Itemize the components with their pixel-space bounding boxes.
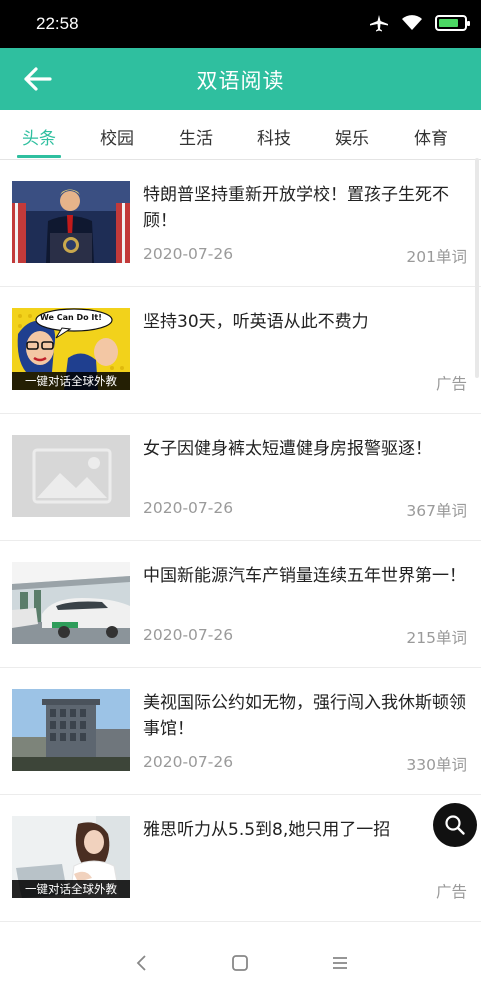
floating-search-button[interactable] (433, 803, 477, 847)
consulate-building-image (12, 689, 130, 771)
article-date: 2020-07-26 (143, 245, 234, 263)
article-word-count: 201单词 (406, 248, 467, 266)
wifi-icon (402, 15, 422, 30)
tab-life[interactable]: 生活 (179, 124, 213, 149)
press-conference-image (12, 181, 130, 263)
system-nav-bar (0, 942, 481, 982)
ad-item[interactable]: We Can Do It! 一键对话全球外教 坚持30天，听英语从此不费力 广告 (0, 287, 481, 414)
ad-speech-text: We Can Do It! (40, 313, 102, 322)
ad-title: 雅思听力从5.5到8,她只用了一招 (143, 820, 391, 840)
article-title: 中国新能源汽车产销量连续五年世界第一！ (143, 566, 466, 586)
image-placeholder-icon (12, 435, 130, 517)
scrollbar[interactable] (475, 158, 479, 378)
article-item[interactable]: 美视国际公约如无物，强行闯入我休斯顿领事馆！ 2020-07-26 330单词 (0, 668, 481, 795)
page-title: 双语阅读 (196, 69, 285, 93)
ad-caption: 一键对话全球外教 (12, 372, 130, 390)
battery-level-fill (439, 19, 459, 27)
electric-cars-image (12, 562, 130, 644)
article-item[interactable]: 女子因健身裤太短遭健身房报警驱逐！ 2020-07-26 367单词 (0, 414, 481, 541)
tab-entertainment[interactable]: 娱乐 (335, 124, 369, 149)
article-title: 女子因健身裤太短遭健身房报警驱逐！ (143, 439, 432, 459)
article-item[interactable]: 中国新能源汽车产销量连续五年世界第一！ 2020-07-26 215单词 (0, 541, 481, 668)
nav-menu-icon (333, 957, 347, 969)
nav-back-button[interactable] (127, 950, 157, 976)
status-bar: 22:58 (0, 0, 481, 48)
active-tab-indicator (17, 155, 61, 158)
tab-sports[interactable]: 体育 (414, 124, 448, 149)
nav-menu-button[interactable] (325, 950, 355, 976)
app-bar: 双语阅读 (0, 48, 481, 110)
search-icon (445, 815, 465, 835)
tab-headlines[interactable]: 头条 (22, 124, 56, 149)
article-thumbnail (12, 435, 130, 517)
article-list: 特朗普坚持重新开放学校！置孩子生死不顾！ 2020-07-26 201单词 We… (0, 160, 481, 922)
ad-thumbnail: 一键对话全球外教 (12, 816, 130, 898)
status-icons (369, 14, 470, 32)
ad-title: 坚持30天，听英语从此不费力 (143, 312, 369, 332)
nav-home-icon (232, 955, 248, 971)
article-thumbnail (12, 689, 130, 771)
article-title: 特朗普坚持重新开放学校！置孩子生死不顾！ (143, 185, 449, 231)
article-thumbnail (12, 562, 130, 644)
ad-label: 广告 (435, 883, 467, 901)
nav-home-button[interactable] (225, 950, 255, 976)
status-time: 22:58 (36, 14, 79, 33)
tab-tech[interactable]: 科技 (257, 124, 291, 149)
article-title: 美视国际公约如无物，强行闯入我休斯顿领事馆！ (143, 693, 466, 739)
category-tabs: 头条 校园 生活 科技 娱乐 体育 (0, 110, 481, 160)
battery-charging-icon (435, 15, 470, 31)
nav-back-icon (136, 955, 146, 971)
article-item[interactable]: 特朗普坚持重新开放学校！置孩子生死不顾！ 2020-07-26 201单词 (0, 160, 481, 287)
tab-campus[interactable]: 校园 (100, 124, 134, 149)
ad-thumbnail: We Can Do It! 一键对话全球外教 (12, 308, 130, 390)
airplane-icon (370, 15, 388, 32)
article-thumbnail (12, 181, 130, 263)
article-date: 2020-07-26 (143, 626, 234, 644)
article-word-count: 367单词 (406, 502, 467, 520)
article-word-count: 330单词 (406, 756, 467, 774)
ad-label: 广告 (435, 375, 467, 393)
ad-item[interactable]: 一键对话全球外教 雅思听力从5.5到8,她只用了一招 广告 (0, 795, 481, 922)
article-date: 2020-07-26 (143, 499, 234, 517)
article-word-count: 215单词 (406, 629, 467, 647)
article-date: 2020-07-26 (143, 753, 234, 771)
ad-caption: 一键对话全球外教 (12, 880, 130, 898)
